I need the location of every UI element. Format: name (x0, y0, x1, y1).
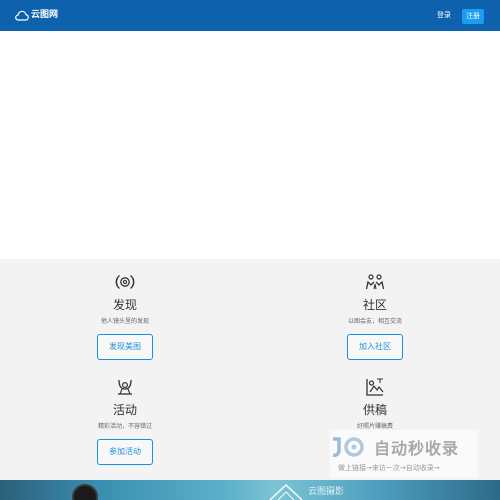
join-activity-button[interactable]: 参加活动 (97, 439, 153, 465)
site-logo[interactable]: 云图网 (15, 8, 58, 22)
feature-title: 活动 (112, 403, 137, 417)
feature-title: 社区 (362, 298, 387, 312)
community-icon (365, 274, 385, 290)
feature-activity: 活动 精彩活动，不容错过 参加活动 (65, 377, 185, 465)
watermark-overlay: 自动秒收录 做上链接→来访一次→自动收录→ (330, 430, 478, 478)
image-supply-icon (366, 378, 384, 396)
feature-title: 供稿 (362, 403, 387, 417)
mountain-logo-icon (269, 483, 303, 500)
login-link[interactable]: 登录 (437, 11, 451, 20)
watermark-title: 自动秒收录 (374, 439, 460, 458)
feature-title: 发现 (112, 298, 137, 312)
top-nav-bar: 云图网 登录 注册 (0, 0, 500, 31)
join-community-button[interactable]: 加入社区 (347, 334, 403, 360)
feature-discover: 发现 他人镜头里的发现 发现美图 (65, 272, 185, 360)
camera-lens-icon (115, 275, 135, 289)
camera-lens-image (72, 484, 98, 500)
logo-text: 云图网 (31, 10, 59, 20)
activity-icon (118, 379, 132, 395)
bottom-banner: 云图摄影 (0, 480, 500, 500)
watermark-logo: 自动秒收录 (330, 434, 478, 460)
discover-button[interactable]: 发现美图 (97, 334, 153, 360)
cloud-icon (15, 10, 29, 21)
register-button[interactable]: 注册 (462, 9, 484, 24)
banner-text: 云图摄影 (308, 487, 345, 497)
watermark-subtitle: 做上链接→来访一次→自动收录→ (338, 464, 440, 472)
feature-desc: 他人镜头里的发现 (100, 318, 149, 325)
feature-desc: 以图会友，相互交流 (347, 318, 402, 325)
hero-area (0, 31, 500, 259)
watermark-logo-icon (332, 437, 364, 457)
feature-contribute: 供稿 好照片赚稿费 (315, 377, 435, 431)
feature-community: 社区 以图会友，相互交流 加入社区 (315, 272, 435, 360)
feature-desc: 精彩活动，不容错过 (97, 423, 152, 430)
